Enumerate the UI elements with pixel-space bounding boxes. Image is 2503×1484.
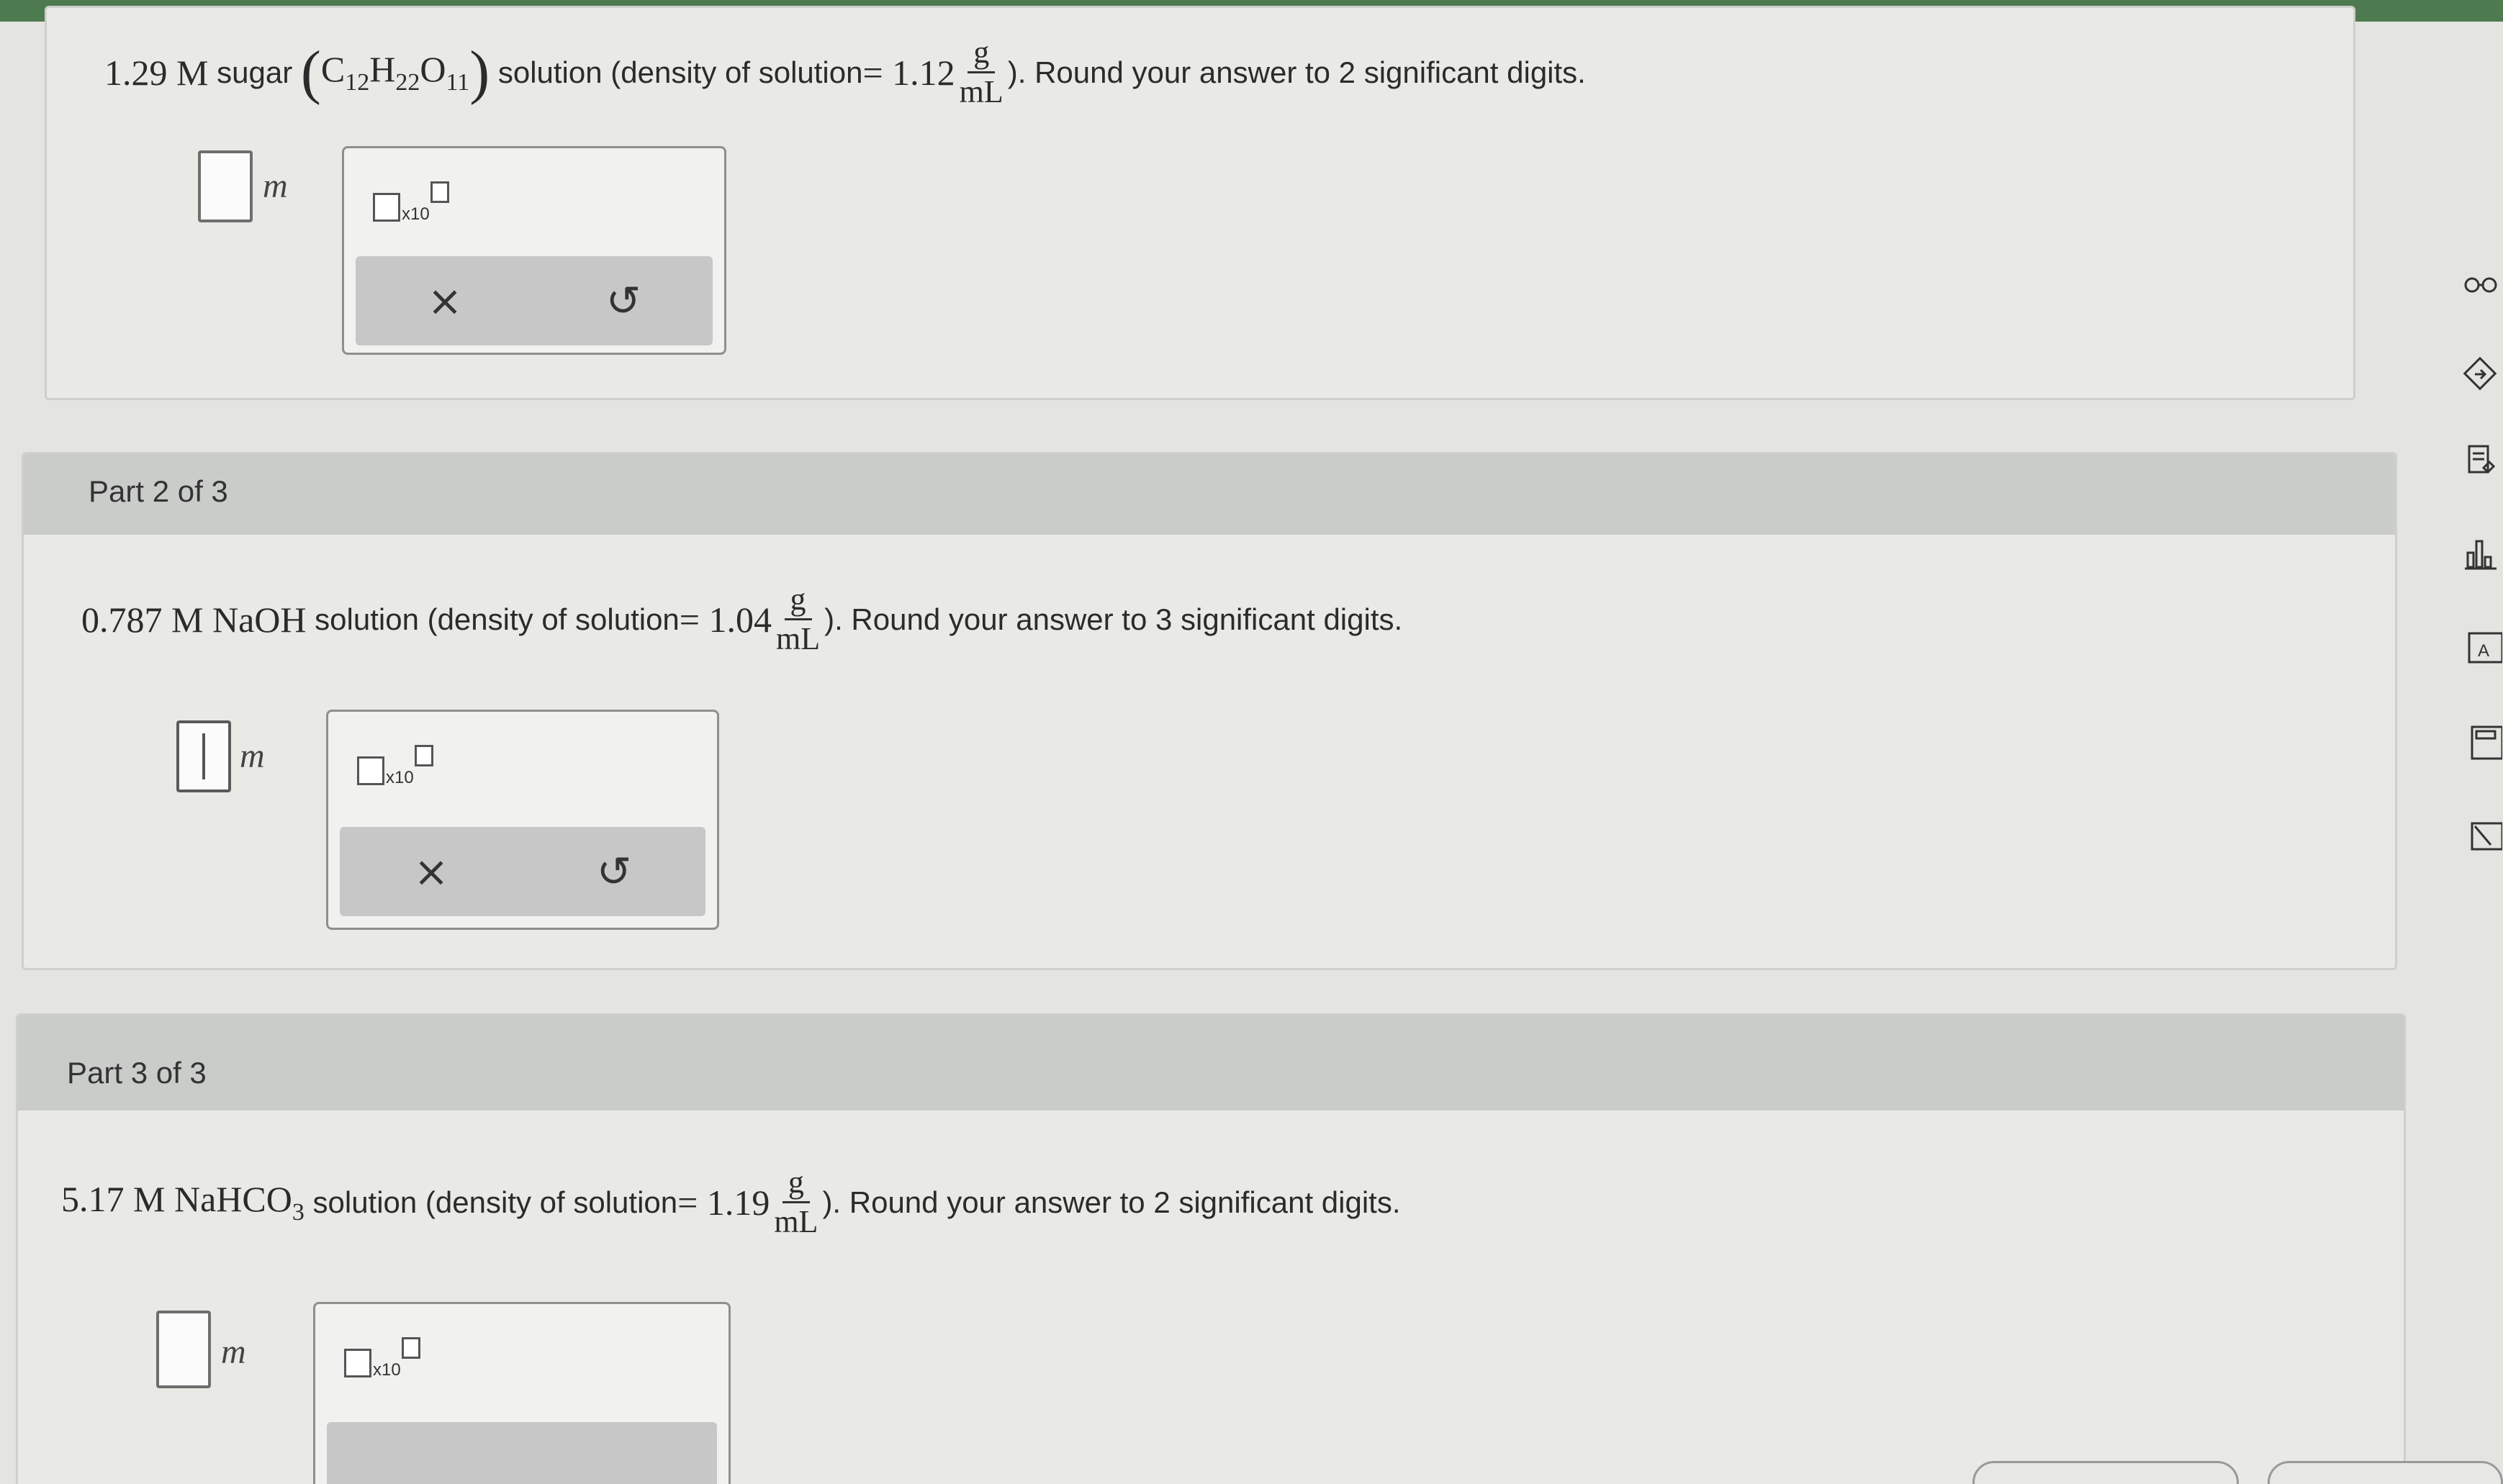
- gradebook-icon[interactable]: [2459, 353, 2502, 396]
- part3-density-unit: g mL: [774, 1164, 818, 1239]
- part1-clear-button[interactable]: ×: [356, 256, 534, 345]
- part2-density-label: solution (density of solution: [315, 602, 680, 636]
- undo-icon: ↺: [596, 847, 632, 896]
- part2-question: 0.787 M NaOH solution (density of soluti…: [81, 584, 1402, 655]
- exponent-box-icon: [402, 1337, 420, 1359]
- bottom-nav-button[interactable]: [2268, 1461, 2503, 1484]
- part2-instructions: ). Round your answer to 3 significant di…: [824, 602, 1403, 636]
- part1-density-value: = 1.12: [862, 52, 955, 93]
- part3-header: [18, 1015, 2404, 1110]
- part3-title: Part 3 of 3: [67, 1056, 207, 1090]
- part1-question: 1.29 M sugar ( C12H22O11 ) solution (den…: [104, 35, 1586, 109]
- periodic-table-icon[interactable]: A: [2459, 626, 2502, 669]
- part2-tool-panel: x10 × ↺: [326, 710, 719, 930]
- edit-icon[interactable]: [2459, 813, 2502, 856]
- undo-icon: ↺: [605, 276, 641, 325]
- part2-title: Part 2 of 3: [89, 474, 228, 508]
- text-cursor: [202, 733, 205, 779]
- part3-density-label: solution (density of solution: [312, 1185, 678, 1219]
- exponent-box-icon: [430, 181, 449, 203]
- part3-answer-input[interactable]: [156, 1311, 211, 1388]
- exponent-box-icon: [415, 745, 433, 766]
- part1-density-label: solution (density of solution: [497, 55, 863, 89]
- part1-tool-panel: x10 × ↺: [342, 146, 726, 355]
- part2-card: Part 2 of 3 0.787 M NaOH solution (densi…: [22, 452, 2397, 970]
- part1-instructions: ). Round your answer to 2 significant di…: [1007, 55, 1586, 89]
- part2-solution: 0.787 M NaOH: [81, 599, 307, 640]
- part1-answer-input[interactable]: [198, 150, 253, 222]
- base-box-icon: [344, 1349, 371, 1377]
- part2-action-bar: × ↺: [340, 827, 705, 916]
- part3-solution: 5.17 M NaHCO3: [61, 1179, 305, 1226]
- part3-card: Part 3 of 3 5.17 M NaHCO3 solution (dens…: [16, 1013, 2406, 1484]
- clipboard-icon[interactable]: [2459, 439, 2502, 482]
- part1-density-unit: g mL: [959, 35, 1004, 109]
- part1-scientific-notation-button[interactable]: x10: [373, 181, 474, 232]
- part3-question: 5.17 M NaHCO3 solution (density of solut…: [61, 1167, 1401, 1238]
- part3-unit-label: m: [221, 1333, 246, 1371]
- part2-unit-label: m: [240, 737, 265, 775]
- part2-header: [24, 454, 2395, 535]
- part3-scientific-notation-button[interactable]: x10: [344, 1337, 445, 1388]
- close-icon: ×: [413, 847, 449, 896]
- part2-density-value: = 1.04: [679, 599, 772, 640]
- part3-density-value: = 1.19: [677, 1182, 770, 1223]
- part1-solute: sugar: [217, 55, 293, 89]
- part1-unit-label: m: [263, 167, 288, 205]
- calculator-icon[interactable]: [2459, 720, 2502, 763]
- part1-action-bar: × ↺: [356, 256, 713, 345]
- base-box-icon: [373, 193, 400, 222]
- svg-text:A: A: [2478, 641, 2489, 661]
- bar-chart-icon[interactable]: [2459, 533, 2502, 576]
- part3-tool-panel: x10: [313, 1302, 731, 1484]
- glasses-icon[interactable]: [2459, 259, 2502, 302]
- part2-clear-button[interactable]: ×: [340, 827, 523, 916]
- part2-scientific-notation-button[interactable]: x10: [357, 745, 458, 795]
- part1-formula: C12H22O11: [320, 49, 470, 96]
- part2-answer-input[interactable]: [176, 720, 231, 792]
- base-box-icon: [357, 756, 384, 785]
- close-icon: ×: [427, 276, 463, 325]
- part1-card: 1.29 M sugar ( C12H22O11 ) solution (den…: [45, 6, 2355, 400]
- part3-action-bar: [327, 1422, 717, 1484]
- bottom-nav-button[interactable]: [1972, 1461, 2239, 1484]
- part2-density-unit: g mL: [775, 582, 821, 656]
- part1-molarity: 1.29 M: [104, 52, 209, 93]
- part3-instructions: ). Round your answer to 2 significant di…: [822, 1185, 1401, 1219]
- part2-undo-button[interactable]: ↺: [523, 827, 705, 916]
- part1-undo-button[interactable]: ↺: [534, 256, 713, 345]
